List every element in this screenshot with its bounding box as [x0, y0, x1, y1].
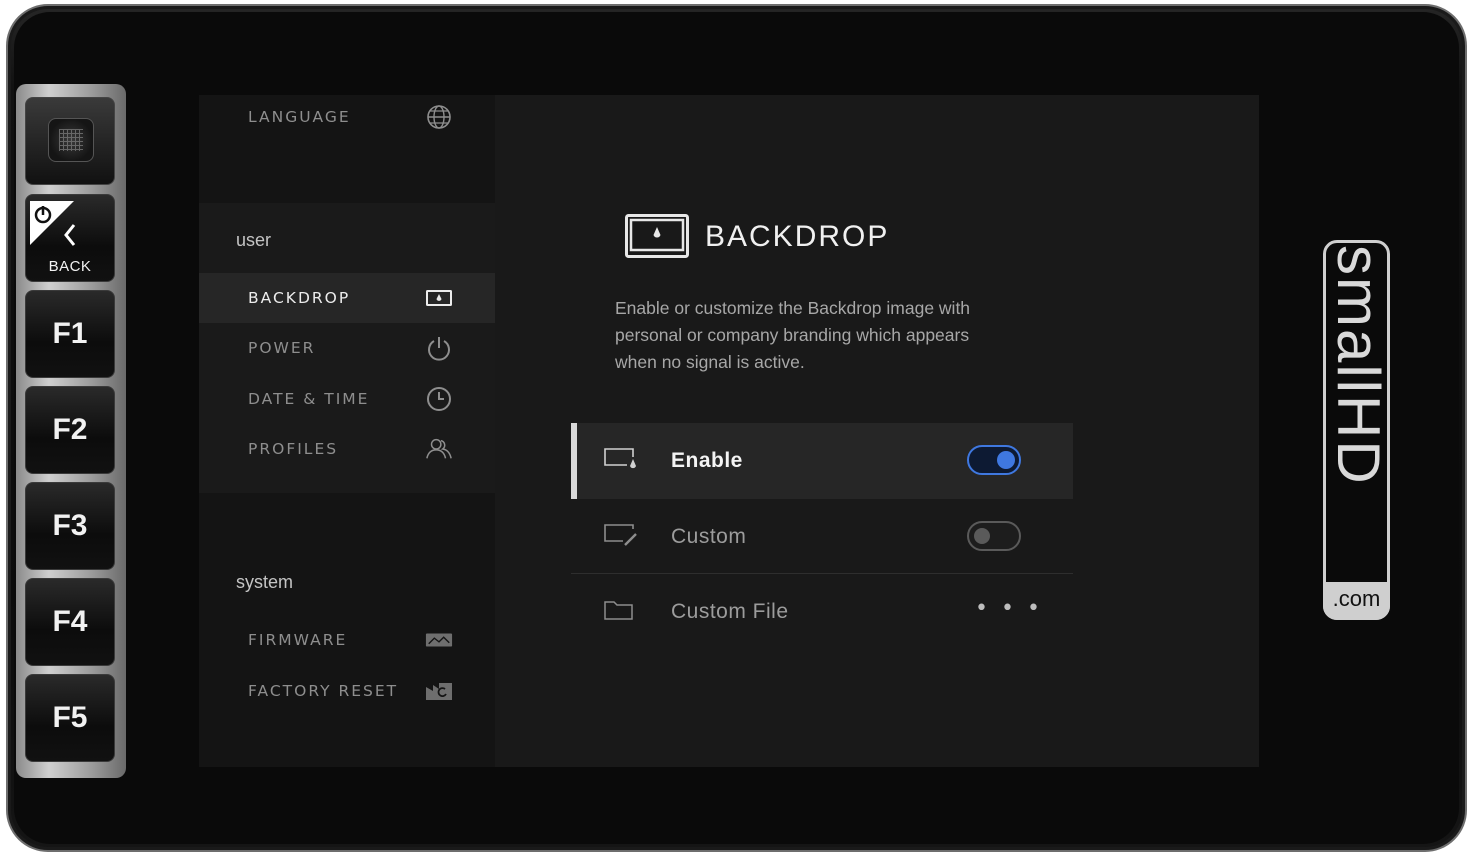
enable-toggle[interactable]: [967, 445, 1021, 475]
sidebar-item-backdrop[interactable]: BACKDROP: [199, 273, 495, 323]
sidebar-item-profiles[interactable]: PROFILES: [199, 424, 495, 474]
sidebar-item-label: FIRMWARE: [248, 631, 348, 649]
sidebar-item-label: LANGUAGE: [248, 108, 351, 126]
sidebar-item-factory-reset[interactable]: FACTORY RESET: [199, 666, 495, 716]
f2-button[interactable]: F2: [25, 386, 115, 474]
sidebar-item-firmware[interactable]: FIRMWARE: [199, 615, 495, 665]
settings-sidebar: LANGUAGE user BACKDROP POWER DATE & TIME…: [199, 95, 495, 767]
setting-label-custom-file: Custom File: [671, 600, 789, 623]
f5-button[interactable]: F5: [25, 674, 115, 762]
back-button[interactable]: BACK: [25, 194, 115, 282]
sidebar-item-label: BACKDROP: [248, 289, 351, 307]
setting-label-custom: Custom: [671, 525, 747, 548]
backdrop-drop-icon: [603, 447, 639, 477]
brand-logo-text: smallHD: [1325, 245, 1392, 486]
custom-toggle[interactable]: [967, 521, 1021, 551]
setting-row-custom-file[interactable]: Custom File • • •: [571, 574, 1073, 650]
edit-icon: [603, 523, 639, 553]
joystick-grip-icon: [59, 129, 83, 151]
sidebar-item-label: FACTORY RESET: [248, 682, 399, 700]
folder-icon: [603, 598, 635, 626]
globe-icon: [425, 105, 453, 129]
toggle-knob: [974, 528, 990, 544]
brand-logo-suffix: .com: [1323, 582, 1390, 620]
factory-reset-icon: [425, 679, 453, 703]
sidebar-item-language[interactable]: LANGUAGE: [199, 92, 495, 142]
clock-icon: [425, 387, 453, 411]
toggle-knob: [997, 451, 1015, 469]
section-title-user: user: [236, 230, 272, 250]
firmware-icon: [425, 628, 453, 652]
power-icon: [425, 336, 453, 361]
sidebar-item-label: POWER: [248, 339, 316, 357]
backdrop-settings-panel: BACKDROP Enable or customize the Backdro…: [495, 95, 1259, 767]
sidebar-item-date-time[interactable]: DATE & TIME: [199, 374, 495, 424]
sidebar-item-power[interactable]: POWER: [199, 323, 495, 373]
sidebar-item-label: DATE & TIME: [248, 390, 370, 408]
power-back-icon: [30, 201, 76, 246]
device-screen: LANGUAGE user BACKDROP POWER DATE & TIME…: [199, 95, 1259, 767]
setting-row-enable[interactable]: Enable: [571, 423, 1073, 499]
page-title: BACKDROP: [705, 220, 890, 253]
setting-row-custom[interactable]: Custom: [571, 499, 1073, 575]
page-description: Enable or customize the Backdrop image w…: [615, 298, 971, 372]
section-title-system: system: [236, 572, 294, 592]
f4-button[interactable]: F4: [25, 578, 115, 666]
back-label: BACK: [48, 258, 92, 275]
backdrop-icon: [425, 286, 453, 310]
joystick-button[interactable]: [25, 97, 115, 185]
setting-label-enable: Enable: [671, 449, 743, 472]
sidebar-item-label: PROFILES: [248, 440, 339, 458]
sidebar-top-block: LANGUAGE: [199, 95, 495, 203]
brand-logo: smallHD .com: [1323, 240, 1392, 620]
f3-button[interactable]: F3: [25, 482, 115, 570]
more-options-button[interactable]: • • •: [975, 596, 1043, 621]
backdrop-title-icon: [625, 214, 689, 262]
hardware-button-column: BACK F1 F2 F3 F4 F5: [16, 84, 126, 778]
profiles-icon: [425, 437, 453, 461]
f1-button[interactable]: F1: [25, 290, 115, 378]
